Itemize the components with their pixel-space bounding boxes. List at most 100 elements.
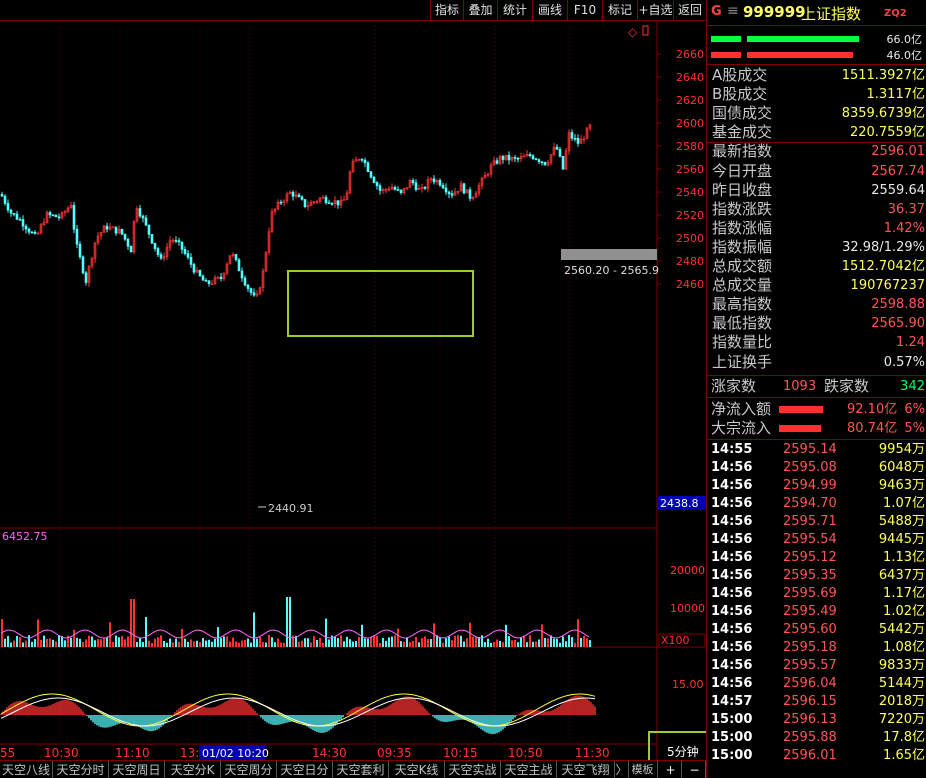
flow-row: 大宗流入 80.74亿 5%	[707, 419, 926, 438]
tick-price: 2595.88	[783, 730, 837, 745]
volume-bar	[43, 635, 45, 647]
bottom-tab-1[interactable]: 天空分时	[53, 761, 109, 778]
volume-bar	[58, 635, 60, 647]
kline-chart[interactable]: 2660 2640 2620 2600 2580 2560 2540 2520 2500 2480…	[0, 22, 706, 760]
vol-value: 6452.75	[2, 530, 48, 543]
period-label[interactable]: 5分钟	[667, 744, 699, 759]
turnover-bar-right-1	[747, 52, 853, 58]
toolbar-button-0[interactable]: 指标	[430, 0, 463, 21]
tick-row: 14:56 2596.04 5144万	[707, 675, 926, 693]
candle-body	[252, 292, 256, 296]
toolbar-button-6[interactable]: +自选	[637, 0, 673, 21]
bottom-tab-2[interactable]: 天空周日	[109, 761, 165, 778]
candle-body	[441, 184, 445, 189]
volume-bar	[73, 629, 75, 647]
candle-body	[291, 191, 295, 197]
candle-body	[372, 176, 376, 183]
toolbar-button-2[interactable]: 统计	[497, 0, 532, 21]
toolbar-button-1[interactable]: 叠加	[463, 0, 497, 21]
candle-body	[150, 234, 154, 244]
tick-price: 2595.08	[783, 460, 837, 475]
bottom-tabs: 天空八线 天空分时 天空周日 天空分K 天空周分 天空日分 天空套利 天空K线 天空实战 天空主战…	[0, 760, 706, 778]
volume-bar	[421, 638, 423, 647]
candle-body	[540, 161, 544, 164]
volume-bar	[403, 641, 405, 647]
zoom-out-button[interactable]: −	[684, 761, 706, 778]
updown-stats: 涨家数 1093 跌家数 342	[707, 377, 926, 396]
stat-value: 1.42%	[883, 220, 925, 236]
y-tick-label: 2580	[676, 140, 704, 153]
volume-bar	[544, 638, 546, 647]
resize-icon[interactable]	[642, 25, 649, 36]
template-button[interactable]: 模板	[628, 761, 658, 778]
stock-code: 999999	[743, 3, 806, 21]
chart-area[interactable]: 2660 2640 2620 2600 2580 2560 2540 2520 2500 2480…	[0, 22, 706, 760]
candle-body	[126, 238, 130, 247]
highlight-box[interactable]	[287, 270, 474, 337]
tick-time: 15:00	[711, 712, 753, 727]
candle-body	[177, 240, 181, 243]
candle-body	[201, 275, 205, 281]
stat-value: 2596.01	[871, 144, 925, 160]
tab-scroll-arrow[interactable]: 〉	[615, 761, 629, 778]
volume-bar	[97, 638, 99, 647]
price-tag: 2438.8	[660, 497, 699, 510]
tick-row: 14:56 2595.69 1.17亿	[707, 585, 926, 603]
volume-bar	[199, 642, 201, 647]
volume-bar	[49, 638, 51, 647]
y-tick-label: 2600	[676, 117, 704, 130]
zoom-in-button[interactable]: +	[660, 761, 682, 778]
candle-body	[243, 277, 247, 286]
divider	[707, 64, 926, 65]
volume-bar	[514, 639, 516, 647]
volume-bar	[460, 635, 462, 647]
bottom-tab-0[interactable]: 天空八线	[0, 761, 53, 778]
toolbar-button-3[interactable]: 画线	[532, 0, 567, 21]
volume-bar	[145, 616, 147, 647]
volume-bar	[490, 642, 492, 647]
stat-row: 最新指数 2596.01	[707, 142, 926, 161]
toolbar-button-4[interactable]: F10	[567, 0, 602, 21]
tick-row: 14:56 2594.99 9463万	[707, 477, 926, 495]
diamond-icon[interactable]: ◇	[628, 25, 638, 39]
tick-price: 2596.04	[783, 676, 837, 691]
toolbar-button-5[interactable]: 标记	[602, 0, 637, 21]
y-tick-label: 2620	[676, 94, 704, 107]
y-tick-label: 2640	[676, 71, 704, 84]
stat-value: 2559.64	[871, 182, 925, 198]
y-tick-label: 2660	[676, 48, 704, 61]
volume-bar	[16, 636, 18, 647]
bottom-tab-7[interactable]: 天空K线	[389, 761, 445, 778]
stat-row: 上证换手 0.57%	[707, 353, 926, 372]
bottom-tab-8[interactable]: 天空实战	[445, 761, 501, 778]
candle-body	[279, 201, 283, 204]
turnover-bar-left-1	[711, 52, 741, 58]
turnover-bar-left-0	[711, 36, 741, 42]
candle-body	[240, 270, 244, 279]
bottom-tab-9[interactable]: 天空主战	[501, 761, 557, 778]
stat-label: 最高指数	[712, 295, 773, 314]
volume-bar	[178, 641, 180, 647]
tick-row: 14:56 2595.35 6437万	[707, 567, 926, 585]
menu-icon[interactable]: ≡	[727, 3, 739, 19]
volume-bar	[103, 637, 105, 647]
volume-bar	[574, 642, 576, 647]
bottom-tab-10[interactable]: 天空飞翔	[557, 761, 615, 778]
volume-bar	[7, 635, 9, 647]
volume-bar	[142, 642, 144, 647]
candle-body	[573, 137, 577, 140]
volume-bar	[427, 639, 429, 647]
stat-value: 8359.6739亿	[841, 106, 925, 122]
bottom-tab-3[interactable]: 天空分K	[165, 761, 221, 778]
candle-body	[543, 161, 547, 166]
stat-value: 2565.90	[871, 316, 925, 332]
volume-bar	[211, 641, 213, 647]
bottom-tab-5[interactable]: 天空日分	[277, 761, 333, 778]
quote-panel: G ≡ 999999 上证指数 ZQ2 66.0亿 46.0亿 A股成交 1511.…	[706, 0, 926, 778]
bottom-tab-6[interactable]: 天空套利	[333, 761, 389, 778]
volume-bar	[238, 642, 240, 647]
volume-bar	[172, 642, 174, 647]
bottom-tab-4[interactable]: 天空周分	[221, 761, 277, 778]
toolbar-button-7[interactable]: 返回	[673, 0, 706, 21]
volume-bar	[241, 640, 243, 647]
